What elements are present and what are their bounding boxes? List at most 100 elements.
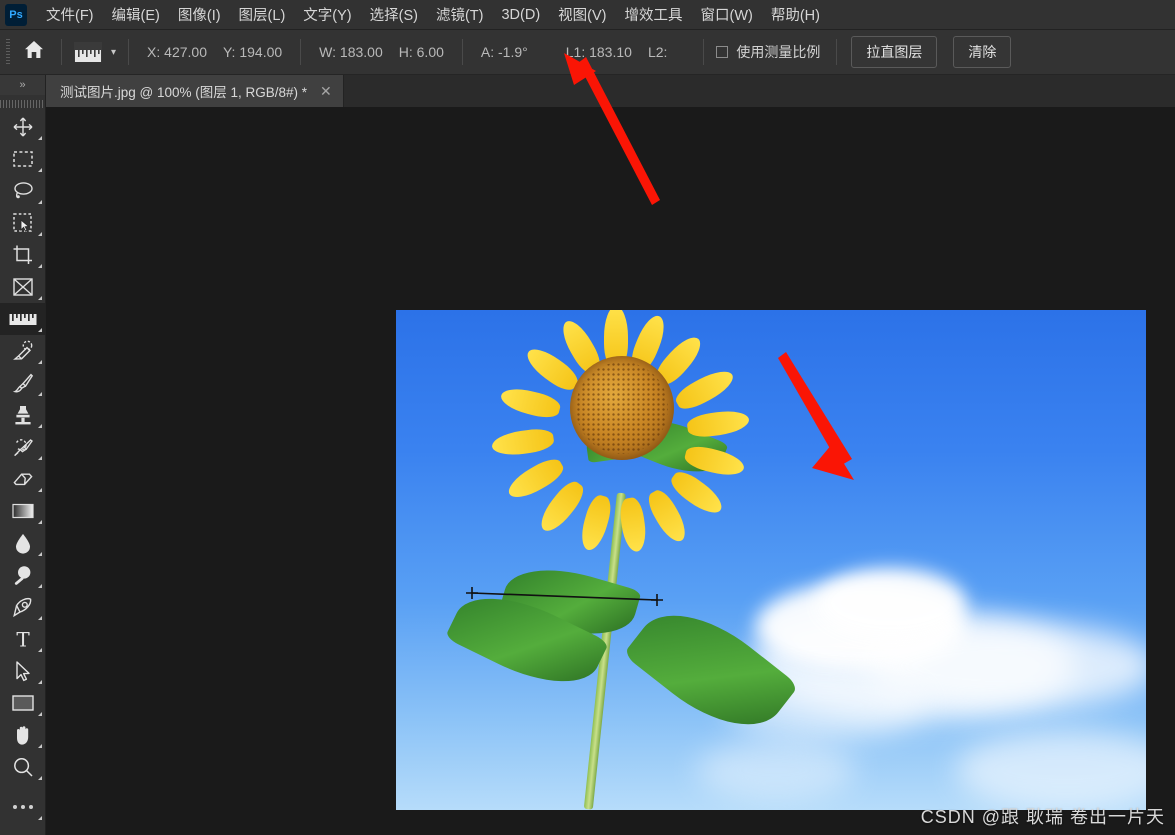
options-bar: ▾ X: 427.00 Y: 194.00 W: 183.00 H: 6.00 xyxy=(0,30,1175,75)
menu-edit[interactable]: 编辑(E) xyxy=(103,1,169,28)
magnifier-icon xyxy=(12,756,34,778)
dodge-icon xyxy=(12,564,34,586)
ruler-icon xyxy=(9,311,37,327)
menu-file[interactable]: 文件(F) xyxy=(37,1,103,28)
tool-corner-marker xyxy=(38,424,42,428)
pen-icon xyxy=(12,596,34,618)
blur-tool[interactable] xyxy=(0,527,45,559)
svg-text:T: T xyxy=(16,628,30,650)
y-label: Y: xyxy=(222,44,236,60)
options-separator-2 xyxy=(128,39,130,65)
tool-corner-marker xyxy=(38,616,42,620)
photoshop-window: Ps 文件(F) 编辑(E) 图像(I) 图层(L) 文字(Y) 选择(S) 滤… xyxy=(0,0,1175,835)
options-separator-3 xyxy=(300,39,302,65)
tool-corner-marker xyxy=(38,264,42,268)
crop-icon xyxy=(12,244,34,266)
collapse-toolbar-button[interactable]: » xyxy=(0,75,45,95)
clone-stamp-tool[interactable] xyxy=(0,399,45,431)
tool-corner-marker xyxy=(38,680,42,684)
spot-healing-brush-tool[interactable] xyxy=(0,335,45,367)
menu-window[interactable]: 窗口(W) xyxy=(692,1,762,28)
move-icon xyxy=(12,116,34,138)
menu-3d[interactable]: 3D(D) xyxy=(492,4,549,26)
lasso-tool[interactable] xyxy=(0,175,45,207)
l1-value: 183.10 xyxy=(589,44,632,60)
options-separator-5 xyxy=(703,39,705,65)
document-canvas[interactable] xyxy=(396,310,1146,810)
l1-label: L1: xyxy=(565,44,586,60)
crop-tool[interactable] xyxy=(0,239,45,271)
move-tool[interactable] xyxy=(0,111,45,143)
tool-corner-marker xyxy=(38,744,42,748)
photoshop-logo: Ps xyxy=(5,3,27,26)
canvas-work-area[interactable]: CSDN @跟 耿瑞 卷出一片天 xyxy=(46,107,1175,835)
options-separator-6 xyxy=(836,39,838,65)
type-tool[interactable]: T xyxy=(0,623,45,655)
menu-select[interactable]: 选择(S) xyxy=(361,1,427,28)
checkbox-box[interactable] xyxy=(716,46,729,58)
coordinate-readout-group: X: 427.00 Y: 194.00 xyxy=(137,44,292,60)
options-bar-grip[interactable] xyxy=(3,38,13,66)
rectangle-icon xyxy=(11,694,35,712)
home-button[interactable] xyxy=(15,33,53,71)
watermark-text: CSDN @跟 耿瑞 卷出一片天 xyxy=(920,807,1165,827)
menu-plugins[interactable]: 增效工具 xyxy=(616,1,692,28)
eraser-icon xyxy=(12,469,34,489)
frame-icon xyxy=(12,277,34,297)
menu-view[interactable]: 视图(V) xyxy=(549,1,615,28)
lasso-icon xyxy=(12,180,34,202)
tool-corner-marker xyxy=(38,168,42,172)
menu-image[interactable]: 图像(I) xyxy=(169,1,230,28)
l1-readout: L1: 183.10 xyxy=(566,44,632,60)
x-label: X: xyxy=(147,44,161,60)
h-value: 6.00 xyxy=(416,44,444,60)
arrow-to-measure-line xyxy=(778,352,854,480)
h-label: H: xyxy=(398,44,413,60)
document-tab-title: 测试图片.jpg @ 100% (图层 1, RGB/8#) * xyxy=(60,85,308,100)
path-selection-tool[interactable] xyxy=(0,655,45,687)
menu-type[interactable]: 文字(Y) xyxy=(294,1,360,28)
options-separator-4 xyxy=(461,39,463,65)
pen-tool[interactable] xyxy=(0,591,45,623)
tool-corner-marker xyxy=(38,552,42,556)
menu-help[interactable]: 帮助(H) xyxy=(762,1,829,28)
clear-button[interactable]: 清除 xyxy=(953,36,1012,68)
a-value: -1.9° xyxy=(498,44,528,60)
tool-preset-picker[interactable]: ▾ xyxy=(70,42,120,62)
tool-corner-marker xyxy=(38,328,42,332)
y-value: 194.00 xyxy=(239,44,283,60)
l2-readout: L2: xyxy=(648,44,667,60)
tool-corner-marker xyxy=(38,520,42,524)
zoom-tool[interactable] xyxy=(0,751,45,783)
dimension-readout-group: W: 183.00 H: 6.00 xyxy=(309,44,454,60)
type-t-icon: T xyxy=(13,628,33,650)
dodge-tool[interactable] xyxy=(0,559,45,591)
path-arrow-icon xyxy=(13,660,33,682)
history-brush-tool[interactable] xyxy=(0,431,45,463)
document-tab[interactable]: 测试图片.jpg @ 100% (图层 1, RGB/8#) * ✕ xyxy=(46,75,344,107)
frame-tool[interactable] xyxy=(0,271,45,303)
eraser-tool[interactable] xyxy=(0,463,45,495)
hand-tool[interactable] xyxy=(0,719,45,751)
edit-toolbar-tool[interactable] xyxy=(0,791,45,823)
tool-corner-marker xyxy=(38,392,42,396)
tool-corner-marker xyxy=(38,712,42,716)
gradient-tool[interactable] xyxy=(0,495,45,527)
marquee-icon xyxy=(12,149,34,169)
close-icon[interactable]: ✕ xyxy=(320,84,332,98)
rectangular-marquee-tool[interactable] xyxy=(0,143,45,175)
ruler-tool[interactable] xyxy=(0,303,45,335)
w-readout: W: 183.00 xyxy=(319,44,383,60)
x-value: 427.00 xyxy=(164,44,207,60)
options-separator-1 xyxy=(61,39,62,65)
brush-tool[interactable] xyxy=(0,367,45,399)
healing-brush-icon xyxy=(12,340,34,362)
menu-filter[interactable]: 滤镜(T) xyxy=(427,1,493,28)
toolbar-grip[interactable] xyxy=(0,95,45,111)
rectangle-tool[interactable] xyxy=(0,687,45,719)
angle-length-readout-group: A: -1.9° L1: 183.10 L2: xyxy=(471,44,678,60)
use-measurement-scale-checkbox[interactable]: 使用测量比例 xyxy=(712,42,824,62)
menu-layer[interactable]: 图层(L) xyxy=(230,1,295,28)
straighten-layer-button[interactable]: 拉直图层 xyxy=(851,36,938,68)
object-selection-tool[interactable] xyxy=(0,207,45,239)
